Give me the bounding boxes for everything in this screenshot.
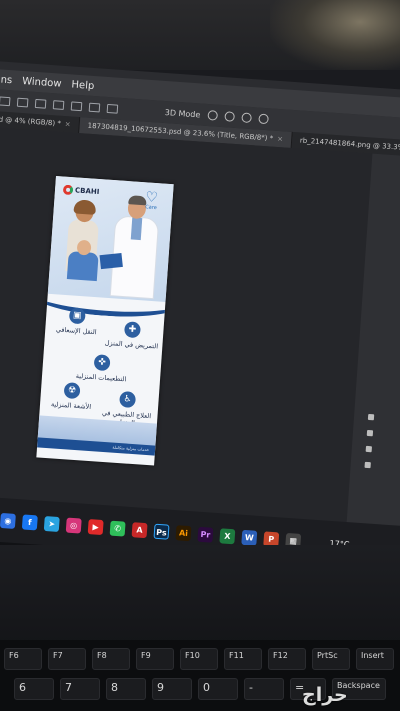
key-f11[interactable]: F11: [224, 648, 262, 670]
close-tab-icon[interactable]: ×: [65, 120, 71, 128]
chrome-icon[interactable]: ◉: [0, 512, 16, 529]
word-icon[interactable]: W: [241, 529, 258, 546]
key-9[interactable]: 9: [152, 678, 192, 700]
haraj-watermark: حراج: [302, 684, 348, 706]
key-f6[interactable]: F6: [4, 648, 42, 670]
align-center-icon[interactable]: [16, 97, 29, 107]
key-8[interactable]: 8: [106, 678, 146, 700]
3d-mode-label: 3D Mode: [164, 107, 201, 119]
room-light-glare: [270, 0, 400, 70]
roll-3d-icon[interactable]: [223, 111, 235, 122]
slide-3d-icon[interactable]: [257, 113, 269, 125]
service-home-nursing: ✚ التمريض في المنزل: [104, 320, 160, 351]
xray-icon: ☢: [63, 382, 81, 400]
service-vaccination: ✜ التطعيمات المنزلية: [74, 353, 130, 384]
panel-icon[interactable]: [365, 445, 373, 453]
align-right-icon[interactable]: [34, 98, 47, 109]
key-insert[interactable]: Insert: [356, 648, 394, 670]
vaccine-icon: ✜: [93, 354, 111, 372]
cbahi-logo: CBAHI: [62, 184, 100, 198]
distribute-icon[interactable]: [52, 99, 65, 110]
panel-icon[interactable]: [364, 461, 371, 469]
clipboard-icon: [99, 252, 123, 270]
menu-item-window[interactable]: Window: [22, 76, 62, 90]
align-top-icon[interactable]: [70, 100, 83, 111]
excel-icon[interactable]: X: [219, 527, 236, 544]
service-xray: ☢ الأشعة المنزلية: [44, 381, 100, 412]
close-tab-icon[interactable]: ×: [277, 135, 283, 143]
youtube-icon[interactable]: ▶: [87, 518, 104, 535]
key-f12[interactable]: F12: [268, 648, 306, 670]
key-minus[interactable]: -: [244, 678, 284, 700]
align-left-icon[interactable]: [0, 95, 11, 106]
flyer-artboard[interactable]: CBAHI ♡ Care ✚ التمريض في المنزل ▣ النقل…: [36, 176, 174, 466]
key-f8[interactable]: F8: [92, 648, 130, 670]
physio-icon: ♿: [119, 390, 137, 409]
pdf-icon[interactable]: A: [131, 521, 148, 538]
key-0[interactable]: 0: [198, 678, 238, 700]
align-middle-icon[interactable]: [88, 102, 101, 112]
care-logo: ♡ Care: [138, 189, 165, 212]
key-f9[interactable]: F9: [136, 648, 174, 670]
key-7[interactable]: 7: [60, 678, 100, 700]
premiere-icon[interactable]: Pr: [197, 526, 214, 543]
key-f10[interactable]: F10: [180, 648, 218, 670]
key-f7[interactable]: F7: [48, 648, 86, 670]
pan-3d-icon[interactable]: [240, 112, 252, 124]
whatsapp-icon[interactable]: ✆: [109, 520, 126, 537]
instagram-icon[interactable]: ◎: [65, 517, 82, 534]
panel-icon[interactable]: [366, 429, 374, 437]
illustrator-icon[interactable]: Ai: [175, 524, 192, 541]
laptop-bottom-bezel: [0, 545, 400, 645]
align-bottom-icon[interactable]: [106, 103, 119, 114]
telegram-icon[interactable]: ➤: [43, 515, 60, 532]
menu-item-help[interactable]: Help: [71, 79, 95, 92]
cbahi-ring-icon: [62, 184, 74, 196]
nurse-icon: ✚: [123, 321, 142, 339]
panel-icon[interactable]: [367, 413, 375, 421]
menu-item[interactable]: ns: [0, 74, 12, 86]
service-ambulance: ▣ النقل الإسعافي: [49, 306, 105, 337]
facebook-icon[interactable]: f: [21, 513, 38, 530]
photo-scene: ns Window Help 3D Mode g.psd @ 4% (RGB/8…: [0, 0, 400, 711]
ambulance-icon: ▣: [68, 307, 86, 325]
photoshop-icon[interactable]: Ps: [153, 523, 170, 540]
orbit-3d-icon[interactable]: [206, 110, 218, 121]
key-prtsc[interactable]: PrtSc: [312, 648, 350, 670]
key-6[interactable]: 6: [14, 678, 54, 700]
